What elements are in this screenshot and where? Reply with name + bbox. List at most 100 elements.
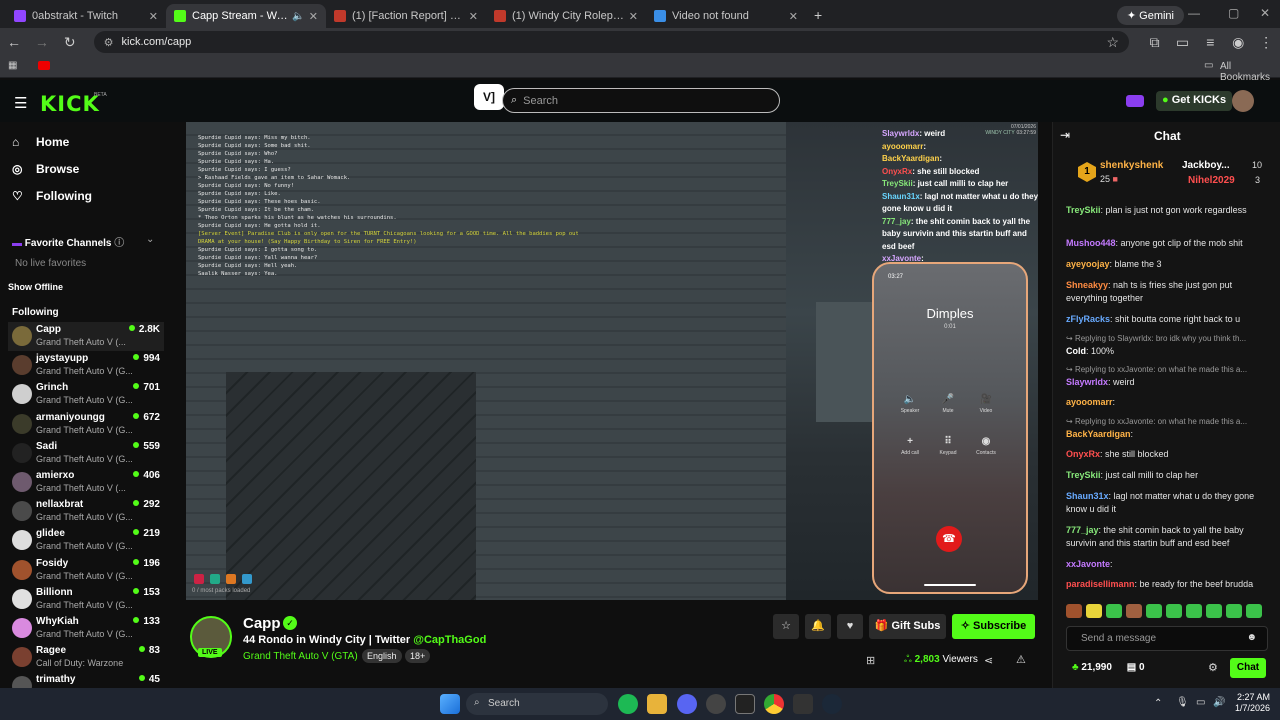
browser-tab[interactable]: 0abstrakt - Twitch ✕ — [6, 4, 166, 28]
more-menu-icon[interactable]: ⋮ — [1252, 34, 1280, 51]
show-offline-toggle[interactable]: Show Offline — [8, 282, 63, 292]
chat-username[interactable]: TreySkii — [1066, 470, 1101, 480]
microphone-icon[interactable]: 🎙 — [1176, 697, 1189, 708]
tab-close-icon[interactable]: ✕ — [789, 10, 798, 23]
gift-subs-button[interactable]: 🎁 Gift Subs — [869, 614, 946, 639]
sidebar-icon[interactable]: ▭ — [1169, 34, 1197, 51]
emote-icon[interactable] — [1206, 604, 1222, 618]
steam-icon[interactable] — [822, 694, 842, 714]
get-kicks-button[interactable]: ● Get KICKs — [1156, 91, 1233, 111]
new-tab-icon[interactable]: + — [814, 4, 822, 28]
sidebar-channel-armaniyoungg[interactable]: armaniyoungg Grand Theft Auto V (G... 672 — [8, 410, 164, 439]
youtube-icon[interactable] — [38, 61, 50, 70]
emote-icon[interactable] — [1246, 604, 1262, 618]
share-icon[interactable]: ⋖ — [984, 654, 993, 667]
emote-icon[interactable] — [1066, 604, 1082, 618]
back-icon[interactable]: ← — [0, 34, 28, 50]
forward-icon[interactable]: → — [28, 34, 56, 50]
close-window-icon[interactable]: ✕ — [1260, 6, 1270, 20]
kicks-gift-icon[interactable] — [1126, 95, 1144, 107]
video-player[interactable]: Spurdie Cupid says: Miss my bitch. Spurdi… — [186, 122, 1038, 600]
sidebar-channel-nellaxbrat[interactable]: nellaxbrat Grand Theft Auto V (G... 292 — [8, 497, 164, 526]
kick-logo[interactable]: KICK — [40, 92, 100, 116]
address-bar[interactable]: ⚙ kick.com/capp — [93, 31, 1129, 53]
emote-icon[interactable] — [1106, 604, 1122, 618]
emote-icon[interactable] — [1146, 604, 1162, 618]
vencord-logo[interactable]: V] — [474, 84, 504, 110]
sidebar-channel-ragee[interactable]: Ragee Call of Duty: Warzone 83 — [8, 643, 164, 672]
leaderboard-first-name[interactable]: shenkyshenk — [1100, 160, 1163, 171]
channel-points[interactable]: ♣ 21,990 ▤ 0 — [1072, 662, 1145, 673]
cursor-app-icon[interactable] — [793, 694, 813, 714]
sidebar-channel-jaystayupp[interactable]: jaystayupp Grand Theft Auto V (G... 994 — [8, 351, 164, 380]
favorite-channels-header[interactable]: ▬ Favorite Channels ⓘ — [12, 234, 124, 249]
chat-username[interactable]: OnyxRx — [1066, 449, 1100, 459]
chat-username[interactable]: Mushoo448 — [1066, 238, 1116, 248]
sidebar-channel-billionn[interactable]: Billionn Grand Theft Auto V (G... 153 — [8, 585, 164, 614]
github-icon[interactable] — [706, 694, 726, 714]
sidebar-channel-whykiah[interactable]: WhyKiah Grand Theft Auto V (G... 133 — [8, 614, 164, 643]
monitor-icon[interactable]: ▭ — [1196, 697, 1205, 708]
notification-bell-icon[interactable]: 🔔 — [805, 614, 831, 639]
sidebar-nav-browse[interactable]: ◎ Browse — [12, 162, 79, 176]
menu-list-icon[interactable]: ≡ — [1196, 34, 1224, 50]
chat-settings-gear-icon[interactable]: ⚙ — [1208, 661, 1218, 674]
chat-username[interactable]: xxJavonte — [1066, 559, 1110, 569]
chat-username[interactable]: 777_jay — [1066, 525, 1099, 535]
chat-username[interactable]: BackYaardigan — [1066, 429, 1131, 439]
discord-icon[interactable] — [677, 694, 697, 714]
browser-tab[interactable]: (1) Windy City Roleplay ✕ — [486, 4, 646, 28]
bookmark-star-icon[interactable]: ☆ — [1099, 34, 1127, 51]
chat-reply-context[interactable]: ↪ Replying to xxJavonte: on what he made… — [1066, 417, 1268, 426]
volume-icon[interactable]: 🔊 — [1213, 697, 1225, 708]
sidebar-channel-capp[interactable]: Capp Grand Theft Auto V (... 2.8K — [8, 322, 164, 351]
twitter-handle-link[interactable]: @CapThaGod — [413, 634, 486, 646]
emoji-picker-icon[interactable]: ☻ — [1246, 632, 1257, 643]
theater-grid-icon[interactable]: ⊞ — [866, 654, 875, 667]
streamer-name[interactable]: Capp — [243, 615, 281, 632]
chat-username[interactable]: paradisellimann — [1066, 579, 1135, 589]
emote-icon[interactable] — [1186, 604, 1202, 618]
gemini-button[interactable]: ✦ Gemini — [1116, 6, 1184, 25]
chat-username[interactable]: Shneakyy — [1066, 280, 1108, 290]
chevron-down-icon[interactable]: ⌄ — [146, 234, 154, 245]
emote-icon[interactable] — [1166, 604, 1182, 618]
minimize-icon[interactable]: — — [1188, 6, 1200, 20]
browser-tab[interactable]: Capp Stream - Watch Live o 🔈 ✕ — [166, 4, 326, 28]
extensions-icon[interactable]: ⧉ — [1141, 34, 1169, 51]
apps-grid-icon[interactable]: ▦ — [8, 60, 17, 71]
chat-username[interactable]: Shaun31x — [1066, 491, 1109, 501]
user-avatar[interactable] — [1232, 90, 1254, 112]
sidebar-channel-sadi[interactable]: Sadi Grand Theft Auto V (G... 559 — [8, 439, 164, 468]
spotify-icon[interactable] — [618, 694, 638, 714]
tag-language[interactable]: English — [362, 649, 402, 663]
tray-chevron-icon[interactable]: ⌃ — [1154, 698, 1162, 709]
tab-audio-icon[interactable]: 🔈 — [292, 11, 304, 22]
chat-username[interactable]: zFlyRacks — [1066, 314, 1110, 324]
tab-close-icon[interactable]: ✕ — [469, 10, 478, 23]
taskbar-search[interactable]: ⌕ Search — [466, 693, 608, 715]
sidebar-channel-glidee[interactable]: glidee Grand Theft Auto V (G... 219 — [8, 526, 164, 555]
chat-reply-context[interactable]: ↪ Replying to Slaywrldx: bro idk why you… — [1066, 334, 1268, 343]
emote-icon[interactable] — [1086, 604, 1102, 618]
windows-start-icon[interactable] — [440, 694, 460, 714]
leaderboard-second-name[interactable]: Jackboy... — [1182, 160, 1230, 171]
reload-icon[interactable]: ↻ — [56, 34, 84, 51]
emote-icon[interactable] — [1126, 604, 1142, 618]
report-warning-icon[interactable]: ⚠ — [1016, 653, 1026, 666]
stream-category-link[interactable]: Grand Theft Auto V (GTA) — [243, 651, 358, 662]
tab-close-icon[interactable]: ✕ — [149, 10, 158, 23]
chrome-icon[interactable] — [764, 694, 784, 714]
chat-username[interactable]: Cold — [1066, 346, 1086, 356]
browser-tab[interactable]: (1) [Faction Report] on DSG | W ✕ — [326, 4, 486, 28]
chat-message-input[interactable]: Send a message ☻ — [1066, 626, 1268, 651]
site-info-icon[interactable]: ⚙ — [104, 36, 114, 49]
emote-icon[interactable] — [1226, 604, 1242, 618]
favorite-star-icon[interactable]: ☆ — [773, 614, 799, 639]
file-explorer-icon[interactable] — [647, 694, 667, 714]
tag-mature[interactable]: 18+ — [405, 649, 431, 663]
taskbar-clock[interactable]: 2:27 AM 1/7/2026 — [1226, 692, 1270, 714]
chat-username[interactable]: ayeyoojay — [1066, 259, 1110, 269]
maximize-icon[interactable]: ▢ — [1228, 6, 1239, 20]
sidebar-nav-following[interactable]: ♡ Following — [12, 189, 92, 203]
